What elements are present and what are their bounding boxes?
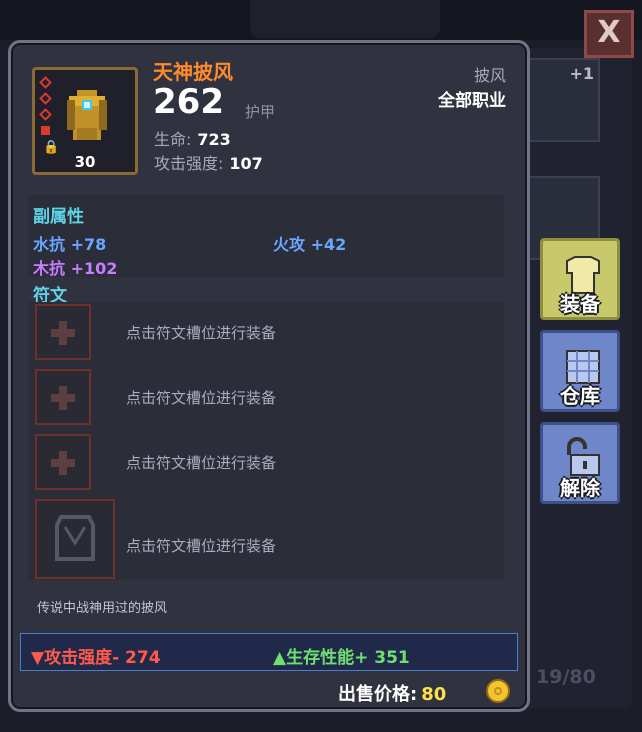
socket-gem-icon <box>39 76 52 89</box>
item-description: 传说中战神用过的披风 <box>37 601 168 616</box>
affix-fire-attack: 火攻 +42 <box>273 235 347 254</box>
item-score: 262 <box>153 82 224 122</box>
compare-survival: ▲生存性能+ 351 <box>273 648 410 668</box>
score-label: 护甲 <box>245 103 276 121</box>
socket-gem-icon <box>39 108 52 121</box>
rune-slot-2[interactable] <box>35 369 91 425</box>
storage-label: 仓库 <box>560 384 600 408</box>
sell-label: 出售价格: <box>338 684 418 705</box>
plus-icon <box>59 321 67 345</box>
rune-slot-hint: 点击符文槽位进行装备 <box>126 537 277 555</box>
affix-title: 副属性 <box>33 207 84 227</box>
rune-slot-hint: 点击符文槽位进行装备 <box>126 389 277 407</box>
compare-attack: ▼攻击强度- 274 <box>31 648 161 668</box>
cloak-icon <box>67 90 107 140</box>
item-name: 天神披风 <box>153 60 233 84</box>
cloak-silhouette-icon <box>55 515 95 561</box>
close-button[interactable]: X <box>584 10 634 58</box>
rune-slot-hint: 点击符文槽位进行装备 <box>126 454 277 472</box>
sell-price: 出售价格: 80 <box>338 680 446 706</box>
top-ornament <box>250 0 440 38</box>
storage-button[interactable]: 仓库 <box>540 330 620 412</box>
socket-gem-icon <box>39 92 52 105</box>
socket-gem-icon <box>41 126 50 135</box>
equip-button[interactable]: 装备 <box>540 238 620 320</box>
item-icon-frame: 🔒 30 <box>32 67 138 175</box>
item-class: 全部职业 <box>438 91 506 111</box>
stat-attack: 攻击强度: 107 <box>154 150 263 174</box>
item-level: 30 <box>74 153 96 171</box>
inventory-slot[interactable]: +1 <box>528 58 600 142</box>
unbind-button[interactable]: 解除 <box>540 422 620 504</box>
plus-icon <box>59 386 67 410</box>
inventory-count: 19/80 <box>536 666 596 688</box>
equip-label: 装备 <box>560 292 600 316</box>
stat-value: 107 <box>229 154 263 173</box>
rune-slot-3[interactable] <box>35 434 91 490</box>
stat-value: 723 <box>197 130 231 149</box>
affix-water-resist: 水抗 +78 <box>33 235 107 254</box>
stat-label: 生命: <box>154 130 192 149</box>
rune-slot-hint: 点击符文槽位进行装备 <box>126 324 277 342</box>
stat-label: 攻击强度: <box>154 154 224 173</box>
item-type: 披风 <box>473 66 506 85</box>
rune-slot-1[interactable] <box>35 304 91 360</box>
compare-bar: ▼攻击强度- 274 ▲生存性能+ 351 <box>20 633 518 671</box>
sell-value: 80 <box>421 684 447 705</box>
slot-upgrade-badge: +1 <box>569 64 594 83</box>
affix-wood-resist: 木抗 +102 <box>33 259 118 278</box>
coin-icon <box>486 679 510 703</box>
stat-health: 生命: 723 <box>154 126 231 150</box>
rune-slot-4[interactable] <box>35 499 115 579</box>
plus-icon <box>59 451 67 475</box>
unbind-label: 解除 <box>560 476 600 500</box>
